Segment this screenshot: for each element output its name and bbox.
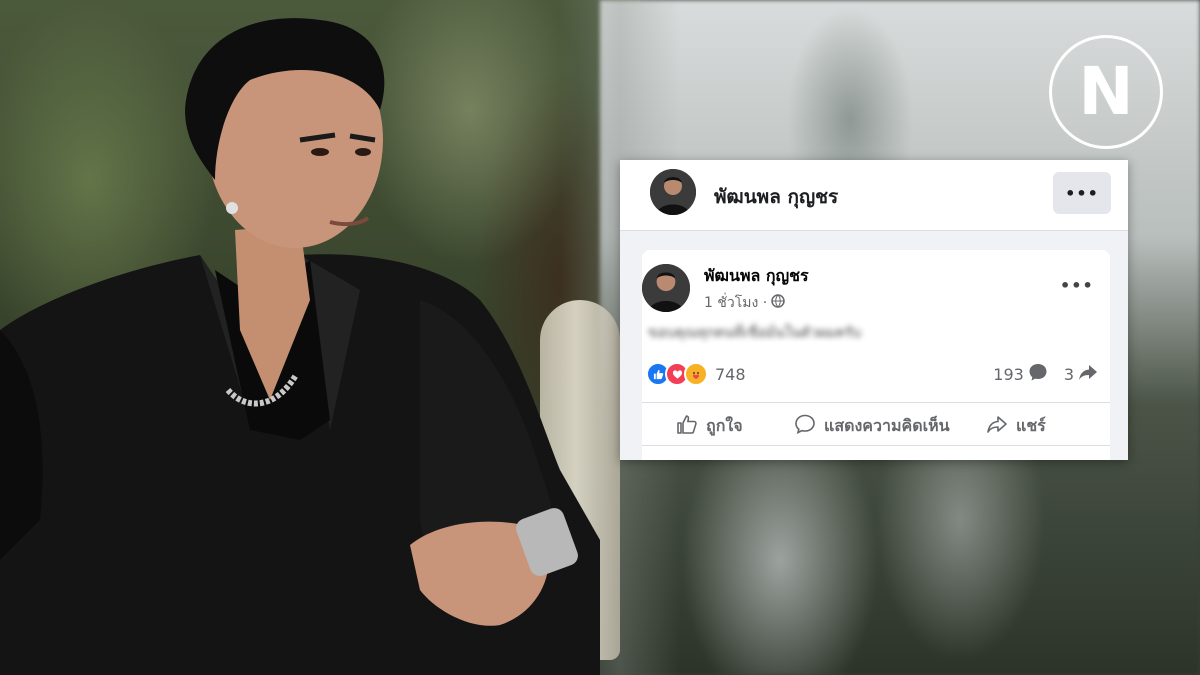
facebook-post-screenshot: พัฒนพล กุญชร ••• พัฒนพล กุญชร 1 ชั่วโมง … xyxy=(620,160,1128,460)
like-label: ถูกใจ xyxy=(706,415,743,435)
logo-letter: N xyxy=(1078,53,1134,130)
share-arrow-icon xyxy=(1078,362,1098,386)
share-count[interactable]: 3 xyxy=(1064,365,1074,384)
profile-name[interactable]: พัฒนพล กุญชร xyxy=(714,182,838,212)
reaction-count: 748 xyxy=(715,364,746,384)
profile-header: พัฒนพล กุญชร ••• xyxy=(620,160,1128,231)
post-more-options-button[interactable]: ••• xyxy=(1060,276,1094,295)
post-card: พัฒนพล กุญชร 1 ชั่วโมง · ••• ขอบคุณทุกคน… xyxy=(642,250,1110,460)
like-button[interactable]: ถูกใจ xyxy=(676,413,743,439)
post-stats: 193 3 xyxy=(993,362,1098,386)
comment-button[interactable]: แสดงความคิดเห็น xyxy=(794,413,950,439)
comment-icon xyxy=(794,413,816,439)
brand-logo: N xyxy=(1049,35,1163,149)
comment-bubble-icon xyxy=(1028,362,1048,386)
comment-count[interactable]: 193 xyxy=(993,365,1024,384)
thumbs-up-icon xyxy=(676,413,698,439)
share-label: แชร์ xyxy=(1016,415,1046,435)
more-options-button[interactable]: ••• xyxy=(1053,172,1111,214)
post-author-avatar[interactable] xyxy=(642,264,690,312)
reaction-summary[interactable]: 748 xyxy=(646,362,746,386)
post-timestamp[interactable]: 1 ชั่วโมง · xyxy=(704,292,767,314)
share-button[interactable]: แชร์ xyxy=(986,413,1046,439)
post-meta: 1 ชั่วโมง · xyxy=(704,292,785,314)
post-action-bar: ถูกใจ แสดงความคิดเห็น แชร์ xyxy=(642,402,1110,446)
comment-label: แสดงความคิดเห็น xyxy=(824,415,950,435)
post-message-blurred: ขอบคุณทุกคนที่เชื่อมั่นในตัวผมครับ xyxy=(648,325,862,341)
man-in-black-suit xyxy=(0,18,600,675)
post-author-name[interactable]: พัฒนพล กุญชร xyxy=(704,264,809,289)
avatar[interactable] xyxy=(650,169,696,215)
care-reaction-icon xyxy=(684,362,708,386)
share-icon xyxy=(986,413,1008,439)
globe-icon xyxy=(771,294,785,312)
